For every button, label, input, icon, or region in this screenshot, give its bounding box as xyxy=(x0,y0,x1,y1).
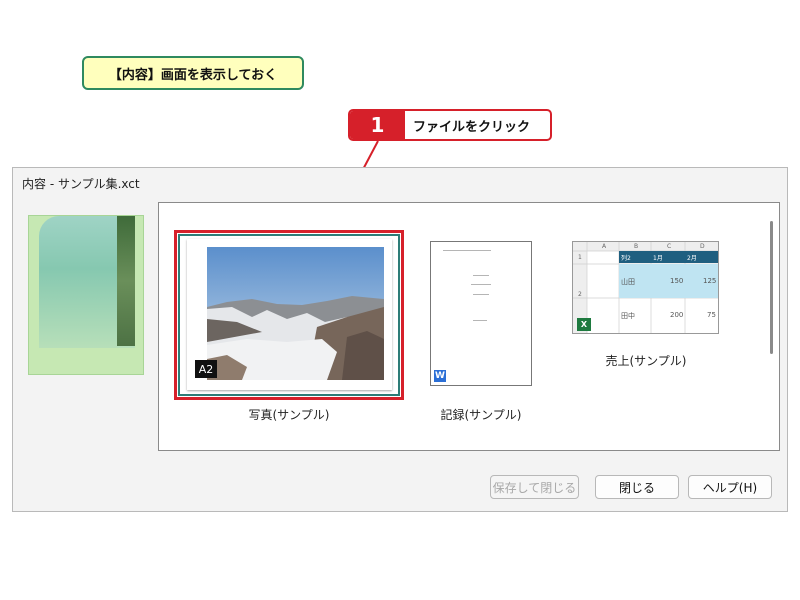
sheet-cell-name-2: 田中 xyxy=(621,312,635,320)
content-dialog: 内容 - サンプル集.xct A2 写真(サンプル) W 記録(サンプル) A … xyxy=(12,167,788,512)
step-number: 1 xyxy=(350,111,405,139)
help-button[interactable]: ヘルプ(H) xyxy=(688,475,772,499)
file-item-photo[interactable]: A2 xyxy=(174,230,404,400)
row-header-1: 1 xyxy=(578,254,582,261)
row-header-2: 2 xyxy=(578,291,582,298)
sheet-cell-value-2a: 200 xyxy=(670,311,684,319)
sheet-cell-value-1a: 150 xyxy=(670,277,684,285)
photo-thumbnail: A2 xyxy=(187,239,392,390)
sheet-cell-value-1b: 125 xyxy=(703,277,717,285)
step-callout: 1 ファイルをクリック xyxy=(348,109,552,141)
sheet-header-2: 1月 xyxy=(653,255,663,262)
preview-thumbnail xyxy=(39,216,135,348)
close-button[interactable]: 閉じる xyxy=(595,475,679,499)
col-header-c: C xyxy=(667,243,672,250)
caption-sales: 売上(サンプル) xyxy=(605,354,687,368)
sheet-header-3: 2月 xyxy=(687,255,697,262)
instruction-label: 【内容】画面を表示しておく xyxy=(82,56,304,90)
col-header-d: D xyxy=(700,243,705,250)
caption-record: 記録(サンプル) xyxy=(440,408,522,422)
mountain-photo xyxy=(207,247,384,380)
photo-badge: A2 xyxy=(195,360,217,378)
word-icon: W xyxy=(433,369,447,383)
dialog-title: 内容 - サンプル集.xct xyxy=(22,177,140,191)
caption-photo: 写真(サンプル) xyxy=(248,408,330,422)
col-header-b: B xyxy=(634,243,639,250)
file-item-sales[interactable]: A B C D 1 2 列2 1月 2月 山田 150 125 田中 200 7… xyxy=(572,241,719,334)
file-list-area[interactable]: A2 写真(サンプル) W 記録(サンプル) A B C D 1 2 列2 1月… xyxy=(158,202,780,451)
col-header-a: A xyxy=(602,243,607,250)
sheet-cell-name-1: 山田 xyxy=(621,278,635,286)
preview-pane xyxy=(28,215,144,375)
sheet-cell-value-2b: 75 xyxy=(707,311,716,319)
sheet-header-1: 列2 xyxy=(621,255,631,262)
save-and-close-button[interactable]: 保存して閉じる xyxy=(490,475,579,499)
file-item-record[interactable]: W xyxy=(430,241,532,386)
scrollbar[interactable] xyxy=(761,203,779,450)
step-text: ファイルをクリック xyxy=(413,119,531,135)
excel-icon: X xyxy=(577,318,591,331)
scrollbar-thumb[interactable] xyxy=(770,221,773,354)
